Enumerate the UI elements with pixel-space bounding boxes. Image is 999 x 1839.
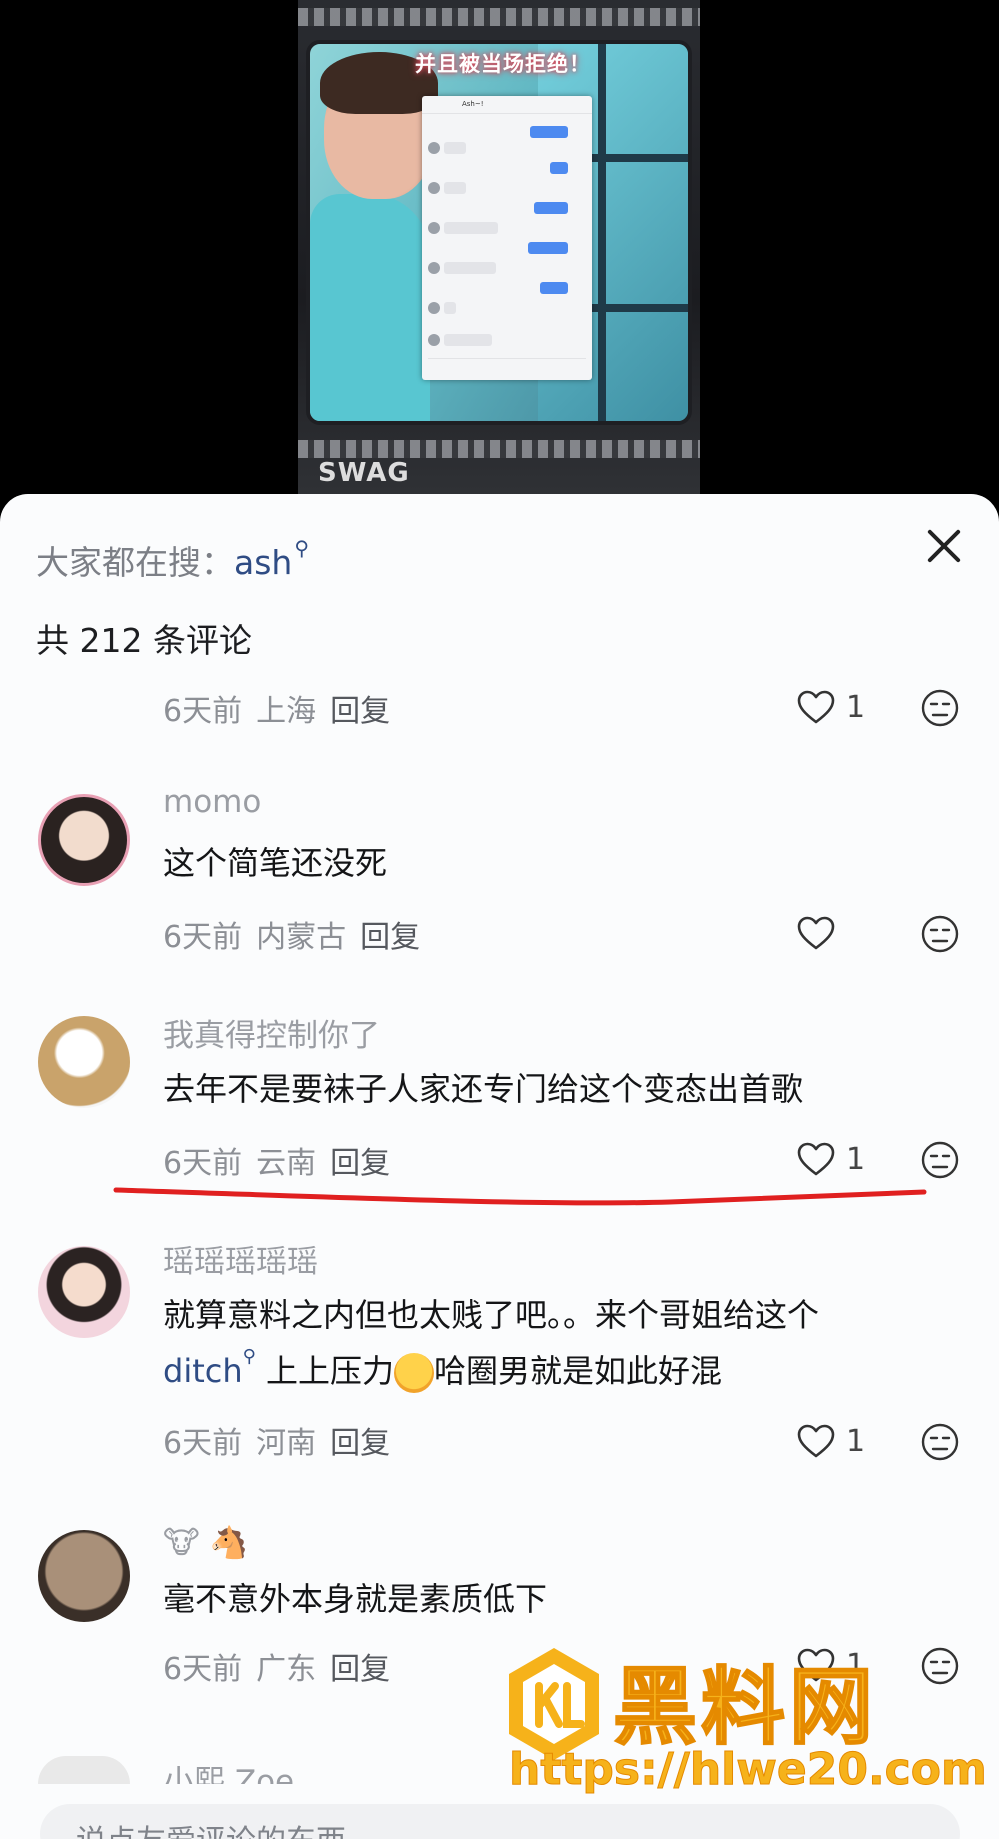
comment-meta: 6天前 广东 回复 [163,1644,390,1688]
comment-time: 6天前 [163,920,243,955]
chain-decoration [298,440,700,458]
comment-meta: 6天前 河南 回复 [163,1418,390,1462]
person-body [310,194,430,421]
heart-icon[interactable] [796,688,836,728]
crying-emoji-icon [394,1353,434,1393]
chat-screenshot-header: Ash~! [422,96,592,114]
dislike-icon[interactable] [920,688,960,728]
comment-location: 广东 [256,1652,317,1687]
comment-time: 6天前 [163,1652,243,1687]
comment-meta: 6天前 内蒙古 回复 [163,912,420,956]
avatar[interactable] [38,1530,130,1622]
chat-screenshot: Ash~! [422,96,592,380]
heart-icon[interactable] [796,914,836,954]
reply-button[interactable]: 回复 [330,1426,390,1461]
comment-username[interactable]: momo [163,784,261,820]
reply-button[interactable]: 回复 [360,920,420,955]
comment-input-placeholder: 说点友爱评论的东西 [76,1816,346,1839]
avatar[interactable] [38,794,130,886]
like-count: 1 [846,690,866,725]
avatar[interactable] [38,1016,130,1108]
comment-text: 去年不是要袜子人家还专门给这个变态出首歌 [163,1070,804,1108]
comment-username-emoji[interactable]: 🐮 🐴 [163,1524,248,1561]
watermark-url: https://hlwe20.com [509,1744,988,1796]
comment-text-line2: ditch⚲ 上上压力 哈圈男就是如此好混 [163,1346,722,1393]
annotation-underline [113,1187,927,1206]
comment-text: 这个简笔还没死 [163,844,388,882]
heart-icon[interactable] [796,1422,836,1462]
search-suggestion[interactable]: 大家都在搜：ash ⚲ [36,536,309,584]
avatar[interactable] [38,1756,130,1784]
comment-location: 内蒙古 [256,920,347,955]
avatar[interactable] [38,1246,130,1338]
comment-location: 河南 [256,1426,317,1461]
dislike-icon[interactable] [920,1422,960,1462]
video-caption: 并且被当场拒绝！ [415,52,591,76]
close-icon[interactable] [922,524,966,568]
search-icon: ⚲ [294,536,309,560]
reply-button[interactable]: 回复 [330,1652,390,1687]
search-hint-prefix: 大家都在搜： [36,543,234,582]
like-count: 1 [846,1424,866,1459]
chain-decoration [298,8,700,26]
dislike-icon[interactable] [920,914,960,954]
comment-time: 6天前 [163,694,243,729]
swag-sticker: SWAG [318,458,410,488]
comment-username[interactable]: 我真得控制你了 [163,1010,380,1055]
video-frame[interactable]: Ash~! 并且被当场拒绝！ SWAG [298,0,700,500]
watermark-title: 黑料网 [612,1657,878,1757]
comment-time: 6天前 [163,1426,243,1461]
comment-text: 毫不意外本身就是素质低下 [163,1580,548,1618]
comment-location: 上海 [256,694,317,729]
reply-button[interactable]: 回复 [330,694,390,729]
comment-username[interactable]: 瑶瑶瑶瑶瑶 [163,1236,318,1281]
heart-icon[interactable] [796,1140,836,1180]
video-content: Ash~! 并且被当场拒绝！ [306,40,692,425]
watermark: 黑料网 https://hlwe20.com [505,1636,987,1816]
comment-meta: 6天前 上海 回复 [163,686,390,730]
dislike-icon[interactable] [920,1140,960,1180]
chat-screenshot-title: Ash~! [462,100,484,108]
video-player[interactable]: Ash~! 并且被当场拒绝！ SWAG [0,0,999,500]
comment-username[interactable]: 小熙 Zoe [163,1756,294,1784]
comment-link[interactable]: ditch [163,1352,243,1390]
comment-text: 就算意料之内但也太贱了吧。。来个哥姐给这个 [163,1296,820,1334]
search-keyword[interactable]: ash [234,543,292,582]
comment-count: 共 212 条评论 [36,621,252,660]
like-count: 1 [846,1142,866,1177]
